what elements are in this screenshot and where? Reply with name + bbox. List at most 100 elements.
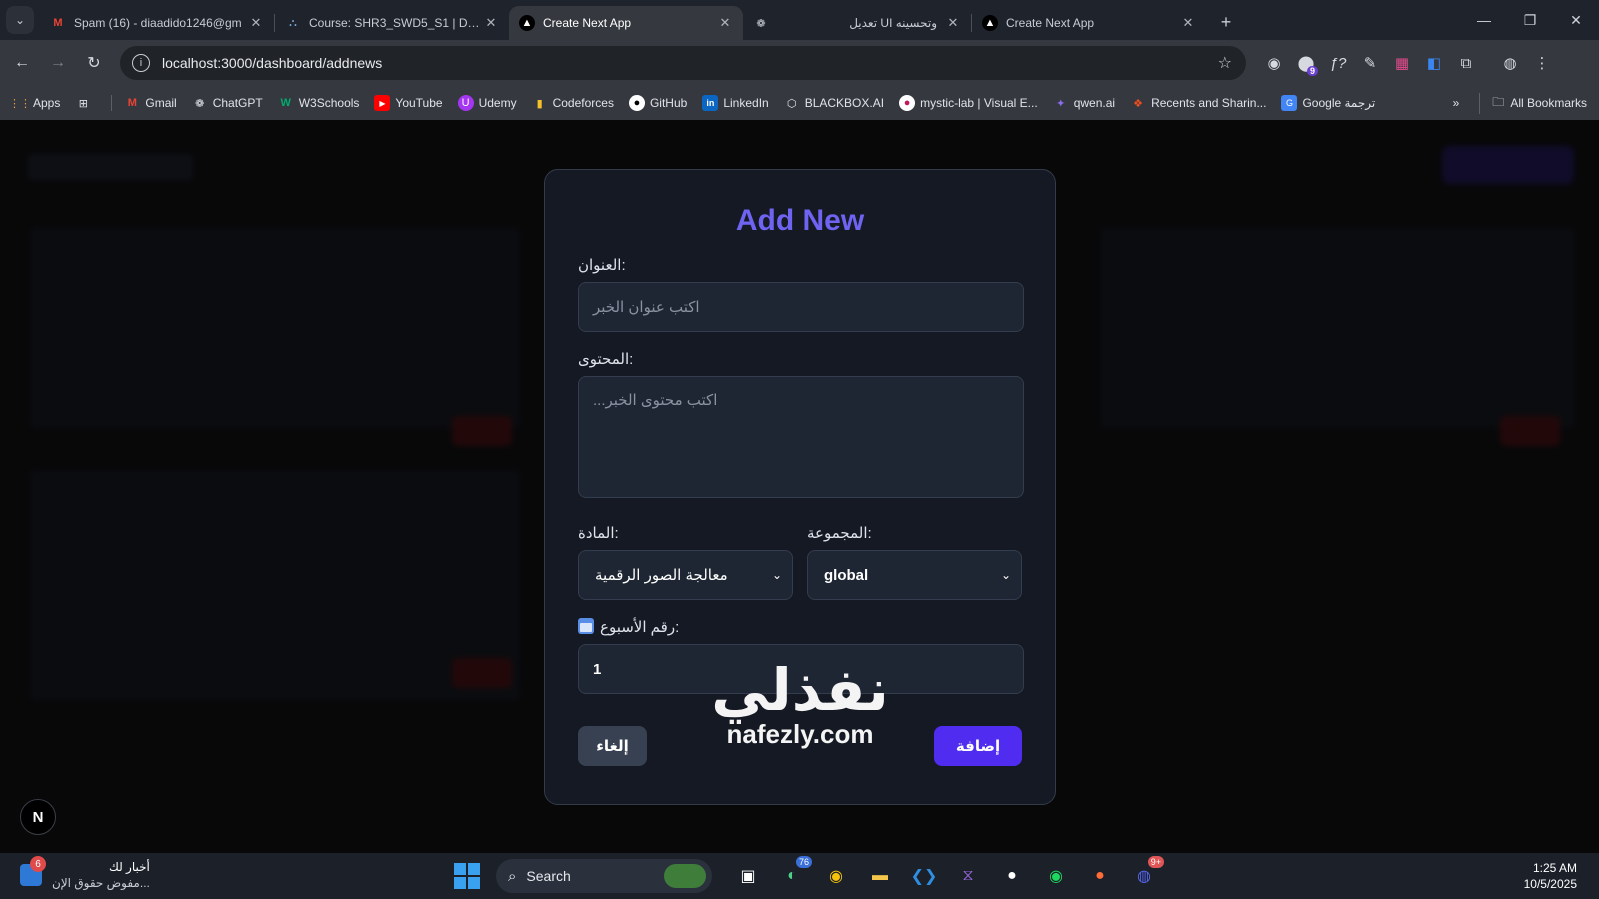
discord-badge: 9+ — [1147, 856, 1164, 868]
tab-groups-icon: ⊞ — [78, 97, 88, 110]
postman-icon[interactable]: ● — [1082, 858, 1118, 894]
system-clock[interactable]: 1:25 AM 10/5/2025 — [1524, 860, 1577, 892]
bookmark-google-translate[interactable]: G Google ترجمة — [1281, 95, 1375, 111]
bookmark-apps[interactable]: ⋮⋮ Apps — [9, 95, 60, 111]
puzzle-icon[interactable]: ⧉ — [1450, 46, 1482, 80]
extension-badge-icon[interactable]: ⬤ 9 — [1290, 46, 1322, 80]
bookmark-w3schools[interactable]: W W3Schools — [278, 95, 360, 111]
close-icon[interactable]: ✕ — [248, 15, 264, 31]
bookmark-star-icon[interactable]: ☆ — [1218, 53, 1232, 73]
blackbox-icon: ⬡ — [786, 97, 797, 110]
chevron-down-icon: ⌄ — [771, 568, 782, 582]
github-desktop-icon[interactable]: ● — [994, 858, 1030, 894]
close-icon[interactable]: ✕ — [1180, 15, 1196, 31]
grid-extension-icon[interactable]: ▦ — [1386, 46, 1418, 80]
back-icon[interactable]: ← — [4, 45, 40, 81]
apps-grid-icon: ⋮⋮ — [9, 97, 31, 110]
blue-extension-icon[interactable]: ◧ — [1418, 46, 1450, 80]
bookmark-chatgpt[interactable]: ❁ ChatGPT — [192, 95, 263, 111]
select-row: المادة: معالجة الصور الرقمية ⌄ المجموعة:… — [578, 506, 1022, 600]
discord-icon[interactable]: ◍ 9+ — [1126, 856, 1164, 894]
url-text: localhost:3000/dashboard/addnews — [162, 55, 383, 71]
bookmark-tab-groups[interactable]: ⊞ — [75, 95, 96, 111]
content-label: المحتوى: — [578, 351, 634, 368]
subject-select[interactable]: معالجة الصور الرقمية ⌄ — [578, 550, 793, 600]
bookmark-figma[interactable]: ❖ Recents and Sharin... — [1130, 95, 1266, 111]
bookmark-codeforces[interactable]: ▮ Codeforces — [532, 95, 614, 111]
group-column: المجموعة: global ⌄ — [807, 506, 1022, 600]
nextjs-icon: ▲ — [982, 15, 998, 31]
taskbar-apps: ⌕ Search ▣ ◐ 76 ◉ ▬ ❮❯ ⧖ ● ◉ ● ◍ 9+ — [454, 856, 1166, 894]
tab-gmail[interactable]: M Spam (16) - diaadido1246@gm ✕ — [40, 6, 274, 40]
visual-studio-icon[interactable]: ⧖ — [950, 858, 986, 894]
vscode-icon[interactable]: ❮❯ — [906, 858, 942, 894]
chevron-more-icon[interactable]: » — [1453, 96, 1460, 110]
submit-button[interactable]: إضافة — [934, 726, 1022, 766]
watermark: نفذلي nafezly.com — [702, 660, 898, 750]
tab-search-button[interactable]: ⌄ — [6, 6, 34, 34]
tab-create-next-app-active[interactable]: ▲ Create Next App ✕ — [509, 6, 743, 40]
bookmark-udemy[interactable]: U Udemy — [457, 95, 517, 111]
course-icon: ⛬ — [289, 16, 297, 29]
subject-column: المادة: معالجة الصور الرقمية ⌄ — [578, 506, 793, 600]
camera-extension-icon[interactable]: ◉ — [1258, 46, 1290, 80]
minimize-icon[interactable]: — — [1461, 0, 1507, 40]
app-badge-76: 76 — [795, 856, 812, 868]
bookmark-mystic-lab[interactable]: ● mystic-lab | Visual E... — [899, 95, 1038, 111]
translate-icon: G — [1281, 95, 1298, 111]
content-textarea[interactable]: اكتب محتوى الخبر... — [578, 376, 1024, 498]
tab-create-next-app[interactable]: ▲ Create Next App ✕ — [972, 6, 1206, 40]
tab-chatgpt[interactable]: ❁ تعديل UI وتحسينه ✕ — [743, 6, 971, 40]
close-window-icon[interactable]: ✕ — [1553, 0, 1599, 40]
spotify-icon[interactable]: ◉ — [1038, 858, 1074, 894]
bookmark-blackbox[interactable]: ⬡ BLACKBOX.AI — [784, 95, 884, 111]
week-label: رقم الأسبوع: — [578, 618, 1022, 636]
eyedropper-icon[interactable]: ✎ — [1354, 46, 1386, 80]
tab-title: Course: SHR3_SWD5_S1 | DEPI — [309, 16, 483, 30]
file-explorer-icon[interactable]: ▬ — [862, 858, 898, 894]
news-widget[interactable]: 6 أخبار لك مفوض حقوق الإن... — [20, 856, 150, 891]
profile-avatar[interactable]: ◍ — [1494, 46, 1526, 80]
bookmark-github[interactable]: ● GitHub — [628, 95, 687, 111]
github-icon: ● — [628, 95, 645, 111]
search-highlight-image — [664, 864, 706, 888]
youtube-icon: ▶ — [374, 95, 391, 111]
close-icon[interactable]: ✕ — [483, 15, 499, 31]
taskbar-search[interactable]: ⌕ Search — [496, 859, 712, 893]
forward-icon[interactable]: → — [40, 45, 76, 81]
site-info-icon[interactable]: i — [132, 54, 150, 72]
bookmark-linkedin[interactable]: in LinkedIn — [702, 95, 769, 111]
new-tab-button[interactable]: + — [1212, 8, 1240, 36]
folder-icon: 🗀 — [1492, 94, 1505, 109]
windows-start-icon[interactable] — [454, 863, 480, 889]
nextjs-dev-badge[interactable]: N — [20, 799, 56, 835]
close-icon[interactable]: ✕ — [717, 15, 733, 31]
bookmark-qwen[interactable]: ✦ qwen.ai — [1053, 95, 1115, 111]
figma-icon: ❖ — [1133, 97, 1143, 110]
window-controls: — ❐ ✕ — [1461, 0, 1599, 40]
bookmark-gmail[interactable]: M Gmail — [111, 95, 177, 111]
qwen-icon: ✦ — [1056, 97, 1066, 110]
group-select[interactable]: global ⌄ — [807, 550, 1022, 600]
chat-app-icon[interactable]: ◐ 76 — [774, 856, 812, 894]
w3schools-icon: W — [280, 97, 291, 109]
task-view-icon[interactable]: ▣ — [730, 858, 766, 894]
font-extension-icon[interactable]: ƒ? — [1322, 46, 1354, 80]
windows-taskbar: 6 أخبار لك مفوض حقوق الإن... ⌕ Search ▣ … — [0, 853, 1599, 899]
chrome-icon[interactable]: ◉ — [818, 858, 854, 894]
close-icon[interactable]: ✕ — [945, 15, 961, 31]
all-bookmarks[interactable]: 🗀 All Bookmarks — [1479, 92, 1587, 114]
tab-title: Create Next App — [1006, 16, 1095, 30]
tab-title: تعديل UI وتحسينه — [849, 16, 937, 30]
address-bar[interactable]: i localhost:3000/dashboard/addnews ☆ — [120, 46, 1246, 80]
cancel-button[interactable]: إلغاء — [578, 726, 647, 766]
title-input[interactable]: اكتب عنوان الخبر — [578, 282, 1024, 332]
bookmark-youtube[interactable]: ▶ YouTube — [374, 95, 443, 111]
news-title: أخبار لك — [108, 860, 150, 874]
tab-course[interactable]: ⛬ Course: SHR3_SWD5_S1 | DEPI ✕ — [275, 6, 509, 40]
news-subtitle: مفوض حقوق الإن... — [52, 876, 150, 890]
more-menu-icon[interactable]: ⋮ — [1526, 46, 1558, 80]
restore-icon[interactable]: ❐ — [1507, 0, 1553, 40]
reload-icon[interactable]: ↻ — [76, 45, 112, 81]
browser-toolbar: ← → ↻ i localhost:3000/dashboard/addnews… — [0, 40, 1599, 86]
